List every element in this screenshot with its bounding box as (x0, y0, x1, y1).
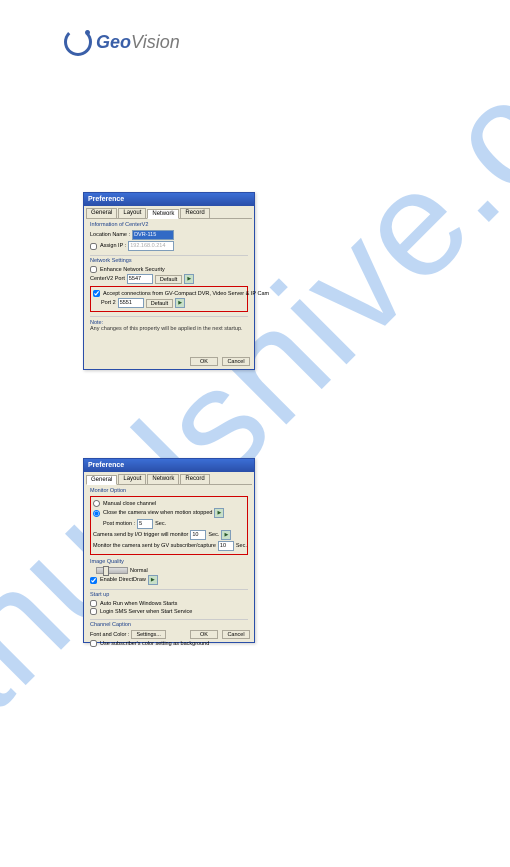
reg-label: Monitor the camera sent by GV subscriber… (93, 543, 216, 549)
monitor-group-title: Monitor Option (90, 488, 248, 494)
post-input[interactable] (137, 519, 153, 529)
logo: GeoVision (64, 28, 180, 56)
settings-button[interactable]: Settings... (131, 630, 165, 639)
ok-button[interactable]: OK (190, 630, 218, 639)
logo-text: GeoVision (96, 32, 180, 53)
directdraw-arrow-icon[interactable]: ▶ (148, 575, 158, 585)
tab-general[interactable]: General (86, 208, 117, 218)
post-label: Post motion : (103, 521, 135, 527)
location-label: Location Name : (90, 232, 130, 238)
manual-radio[interactable] (93, 500, 100, 507)
login-sms-checkbox[interactable] (90, 608, 97, 615)
io-input[interactable] (190, 530, 206, 540)
port2-arrow-icon[interactable]: ▶ (175, 298, 185, 308)
assign-ip-label: Assign IP : (100, 243, 126, 249)
port-label: CenterV2 Port (90, 276, 125, 282)
tab-record[interactable]: Record (180, 208, 209, 218)
titlebar: Preference (84, 193, 254, 206)
autorun-checkbox[interactable] (90, 600, 97, 607)
caption-group-title: Channel Caption (90, 622, 248, 628)
tab-layout[interactable]: Layout (118, 208, 146, 218)
port2-label: Port 2 (101, 300, 116, 306)
port-default-button[interactable]: Default (155, 275, 182, 284)
quality-group-title: Image Quality (90, 559, 248, 565)
use-sub-label: Use subscriber's color setting as backgr… (100, 641, 209, 647)
port2-input[interactable] (118, 298, 144, 308)
directdraw-label: Enable DirectDraw (100, 577, 146, 583)
note-text: Any changes of this property will be app… (90, 326, 248, 332)
tab-layout[interactable]: Layout (118, 474, 146, 484)
accept-highlight: Accept connections from GV-Compact DVR, … (90, 286, 248, 312)
post-unit: Sec. (155, 521, 166, 527)
font-label: Font and Color : (90, 632, 129, 638)
assign-ip-input[interactable] (128, 241, 174, 251)
quality-normal-label: Normal (130, 568, 148, 574)
startup-group-title: Start up (90, 592, 248, 598)
reg-unit: Sec. (236, 543, 247, 549)
close-label: Close the camera view when motion stoppe… (103, 510, 212, 516)
cancel-button[interactable]: Cancel (222, 630, 250, 639)
tabs: General Layout Network Record (86, 474, 252, 485)
quality-slider[interactable] (96, 567, 128, 574)
cancel-button[interactable]: Cancel (222, 357, 250, 366)
port2-default-button[interactable]: Default (146, 299, 173, 308)
use-sub-checkbox[interactable] (90, 640, 97, 647)
login-sms-label: Login SMS Server when Start Service (100, 609, 192, 615)
info-group-title: Information of CenterV2 (90, 222, 248, 228)
close-radio[interactable] (93, 510, 100, 517)
autorun-label: Auto Run when Windows Starts (100, 601, 177, 607)
titlebar: Preference (84, 459, 254, 472)
tab-general[interactable]: General (86, 475, 117, 485)
accept-label: Accept connections from GV-Compact DVR, … (103, 291, 269, 297)
enhance-label: Enhance Network Security (100, 267, 165, 273)
close-arrow-icon[interactable]: ▶ (214, 508, 224, 518)
tab-network[interactable]: Network (147, 474, 179, 484)
io-arrow-icon[interactable]: ▶ (221, 530, 231, 540)
preference-dialog-network: Preference General Layout Network Record… (83, 192, 255, 370)
assign-ip-checkbox[interactable] (90, 243, 97, 250)
tabs: General Layout Network Record (86, 208, 252, 219)
enhance-checkbox[interactable] (90, 266, 97, 273)
tab-network[interactable]: Network (147, 209, 179, 219)
ok-button[interactable]: OK (190, 357, 218, 366)
manual-label: Manual close channel (103, 501, 156, 507)
accept-checkbox[interactable] (93, 290, 100, 297)
io-unit: Sec. (208, 532, 219, 538)
tab-record[interactable]: Record (180, 474, 209, 484)
preference-dialog-general: Preference General Layout Network Record… (83, 458, 255, 643)
io-label: Camera send by I/O trigger will monitor (93, 532, 188, 538)
logo-swirl-icon (64, 28, 92, 56)
reg-input[interactable] (218, 541, 234, 551)
location-input[interactable] (132, 230, 174, 240)
monitor-highlight: Manual close channel Close the camera vi… (90, 496, 248, 555)
port-arrow-icon[interactable]: ▶ (184, 274, 194, 284)
net-group-title: Network Settings (90, 258, 248, 264)
port-input[interactable] (127, 274, 153, 284)
directdraw-checkbox[interactable] (90, 577, 97, 584)
